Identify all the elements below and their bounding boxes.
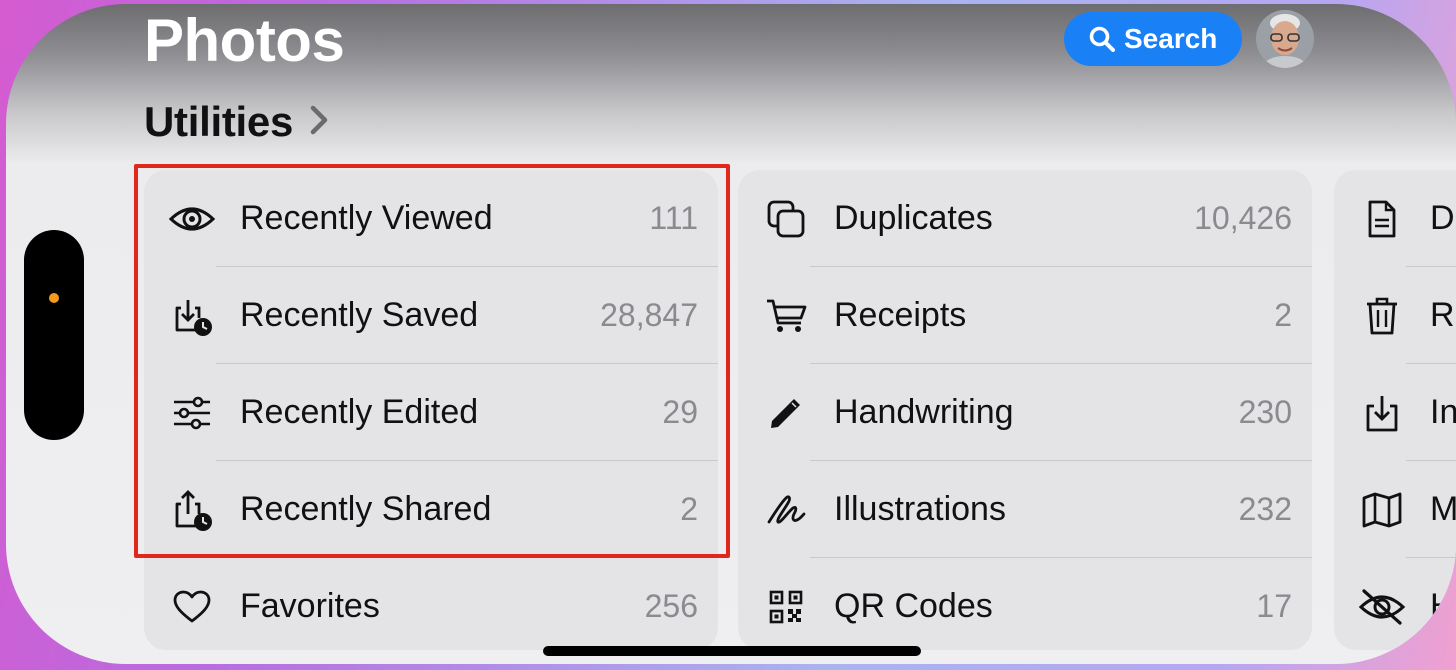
eye-slash-icon — [1358, 583, 1406, 631]
utilities-card-media-types: Duplicates 10,426 Receipts 2 Handwriting… — [738, 170, 1312, 650]
list-item-hidden[interactable]: H — [1334, 558, 1456, 650]
list-item-handwriting[interactable]: Handwriting 230 — [738, 364, 1312, 461]
list-item-qr-codes[interactable]: QR Codes 17 — [738, 558, 1312, 650]
list-item-count: 232 — [1238, 491, 1292, 527]
utilities-header[interactable]: Utilities — [144, 98, 329, 146]
map-icon — [1358, 486, 1406, 534]
list-item-label: QR Codes — [834, 587, 993, 625]
page-title: Photos — [144, 7, 345, 74]
list-item-label: Receipts — [834, 296, 967, 334]
qr-code-icon — [762, 583, 810, 631]
chevron-right-icon — [309, 104, 329, 141]
dynamic-island — [24, 230, 84, 440]
duplicate-icon — [762, 195, 810, 243]
list-item-label: R — [1430, 296, 1455, 334]
search-label: Search — [1124, 23, 1218, 54]
list-item-label: Favorites — [240, 587, 380, 625]
list-item-label: H — [1430, 587, 1455, 625]
list-item-count: 230 — [1238, 394, 1292, 430]
search-icon — [1088, 25, 1116, 53]
list-item-count: 17 — [1256, 588, 1292, 624]
section-title: Utilities — [144, 98, 293, 145]
list-item-duplicates[interactable]: Duplicates 10,426 — [738, 170, 1312, 267]
list-item-map[interactable]: M — [1334, 461, 1456, 558]
cart-icon — [762, 292, 810, 340]
list-item-label: Duplicates — [834, 199, 993, 237]
highlight-annotation — [134, 164, 730, 558]
list-item-recently-deleted[interactable]: R — [1334, 267, 1456, 364]
home-indicator[interactable] — [543, 646, 921, 656]
list-item-receipts[interactable]: Receipts 2 — [738, 267, 1312, 364]
list-item-label: In — [1430, 393, 1456, 431]
list-item-count: 10,426 — [1194, 200, 1292, 236]
heart-icon — [168, 583, 216, 631]
document-icon — [1358, 195, 1406, 243]
list-item-illustrations[interactable]: Illustrations 232 — [738, 461, 1312, 558]
list-item-count: 256 — [644, 588, 698, 624]
avatar[interactable] — [1256, 10, 1314, 68]
list-item-label: Handwriting — [834, 393, 1014, 431]
trash-icon — [1358, 292, 1406, 340]
scribble-icon — [762, 486, 810, 534]
search-button[interactable]: Search — [1064, 12, 1242, 66]
utilities-card-other: D R In M H — [1334, 170, 1456, 650]
list-item-label: M — [1430, 490, 1456, 528]
list-item-documents[interactable]: D — [1334, 170, 1456, 267]
import-icon — [1358, 389, 1406, 437]
list-item-label: Illustrations — [834, 490, 1006, 528]
list-item-label: D — [1430, 199, 1455, 237]
pencil-icon — [762, 389, 810, 437]
photos-window: Photos Search Utilities Recently Viewed … — [6, 4, 1456, 664]
list-item-favorites[interactable]: Favorites 256 — [144, 558, 718, 650]
list-item-imports[interactable]: In — [1334, 364, 1456, 461]
privacy-indicator-dot — [49, 293, 59, 303]
list-item-count: 2 — [1274, 297, 1292, 333]
